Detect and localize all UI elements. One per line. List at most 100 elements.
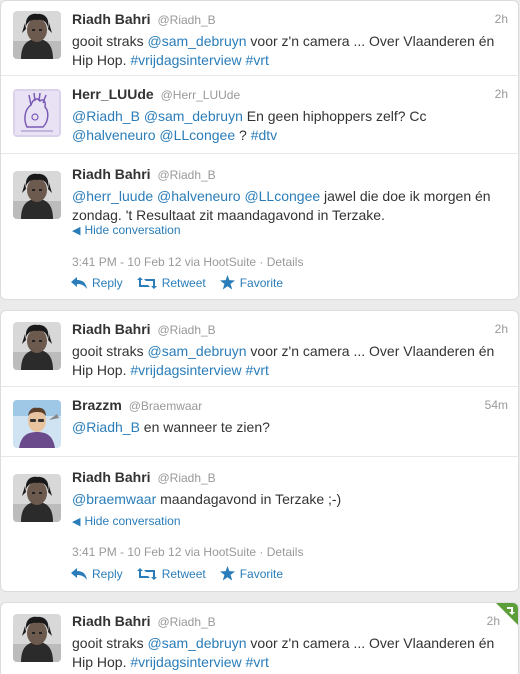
hashtag-link[interactable]: #vrijdagsinterview <box>130 362 241 378</box>
mention-link[interactable]: @LLcongee <box>244 188 320 204</box>
author-handle[interactable]: @Riadh_B <box>157 168 215 182</box>
author-handle[interactable]: @Riadh_B <box>157 13 215 27</box>
tweet-text: @herr_luude @halveneuro @LLcongee jawel … <box>72 187 506 225</box>
hashtag-link[interactable]: #vrt <box>246 654 269 670</box>
tweet-item[interactable]: Brazzm @Braemwaar 54m @Riadh_B en wannee… <box>1 387 518 457</box>
favorite-button[interactable]: Favorite <box>220 275 283 290</box>
author-name[interactable]: Riadh Bahri <box>72 469 151 485</box>
tweet-text: @Riadh_B @sam_debruyn En geen hiphoppers… <box>72 107 506 145</box>
tweet-text-segment: gooit straks <box>72 635 148 651</box>
mention-link[interactable]: @Riadh_B <box>72 108 140 124</box>
tweet-item-expanded[interactable]: Riadh Bahri @Riadh_B @herr_luude @halven… <box>1 154 518 300</box>
tweet-text-segment: gooit straks <box>72 33 148 49</box>
avatar[interactable] <box>13 171 61 219</box>
author-name[interactable]: Brazzm <box>72 397 122 413</box>
tweet-actions: Reply Retweet Favorite <box>71 566 283 581</box>
avatar[interactable] <box>13 400 61 448</box>
avatar[interactable] <box>13 614 61 662</box>
hide-conversation-link[interactable]: ◀ Hide conversation <box>72 223 181 237</box>
favorite-button[interactable]: Favorite <box>220 566 283 581</box>
tweet-card-standalone[interactable]: Riadh Bahri @Riadh_B 2h gooit straks @sa… <box>0 602 519 674</box>
author-name[interactable]: Riadh Bahri <box>72 166 151 182</box>
hashtag-link[interactable]: #dtv <box>251 127 277 143</box>
reply-icon <box>71 568 87 580</box>
tweet-text: gooit straks @sam_debruyn voor z'n camer… <box>72 32 506 70</box>
tweet-meta: 3:41 PM - 10 Feb 12 via HootSuite · Deta… <box>72 545 304 559</box>
hashtag-link[interactable]: #vrijdagsinterview <box>130 52 241 68</box>
tweet-time[interactable]: 2h <box>495 12 508 26</box>
tweet-text-segment: En geen hiphoppers zelf? Cc <box>242 108 427 124</box>
author-name[interactable]: Riadh Bahri <box>72 321 151 337</box>
author-handle[interactable]: @Herr_LUUde <box>161 88 241 102</box>
tweet-item[interactable]: Riadh Bahri @Riadh_B 2h gooit straks @sa… <box>1 311 518 387</box>
tweet-text: gooit straks @sam_debruyn voor z'n camer… <box>72 342 506 380</box>
author-handle[interactable]: @Riadh_B <box>157 471 215 485</box>
mention-link[interactable]: @sam_debruyn <box>147 635 246 651</box>
favorite-label: Favorite <box>239 566 284 581</box>
mention-link[interactable]: @braemwaar <box>72 491 156 507</box>
tweet-item[interactable]: Riadh Bahri @Riadh_B 2h gooit straks @sa… <box>1 603 518 674</box>
author-name[interactable]: Herr_LUUde <box>72 86 154 102</box>
tweet-header: Riadh Bahri @Riadh_B 2h <box>72 321 508 339</box>
tweet-meta: 3:41 PM - 10 Feb 12 via HootSuite · Deta… <box>72 255 304 269</box>
tweet-item[interactable]: Herr_LUUde @Herr_LUUde 2h @Riadh_B @sam_… <box>1 76 518 154</box>
tweet-text: @braemwaar maandagavond in Terzake ;-) <box>72 490 506 509</box>
hashtag-link[interactable]: #vrt <box>246 52 269 68</box>
avatar[interactable] <box>13 322 61 370</box>
retweet-icon <box>137 568 157 580</box>
mention-link[interactable]: @halveneuro <box>157 188 241 204</box>
mention-link[interactable]: @sam_debruyn <box>147 33 246 49</box>
hide-arrow-icon: ◀ <box>72 225 81 237</box>
reply-icon <box>71 277 87 289</box>
conversation-card-2[interactable]: Riadh Bahri @Riadh_B 2h gooit straks @sa… <box>0 310 519 592</box>
tweet-time[interactable]: 2h <box>487 614 500 628</box>
tweet-text-segment: maandagavond in Terzake ;-) <box>156 491 342 507</box>
mention-link[interactable]: @sam_debruyn <box>147 343 246 359</box>
tweet-actions: Reply Retweet Favorite <box>71 275 283 290</box>
mention-link[interactable]: @sam_debruyn <box>144 108 243 124</box>
tweet-item[interactable]: Riadh Bahri @Riadh_B 2h gooit straks @sa… <box>1 1 518 76</box>
reply-label: Reply <box>92 275 123 290</box>
mention-link[interactable]: @halveneuro <box>72 127 156 143</box>
tweet-text: @Riadh_B en wanneer te zien? <box>72 418 506 437</box>
hashtag-link[interactable]: #vrijdagsinterview <box>130 654 241 670</box>
tweet-header: Riadh Bahri @Riadh_B 2h <box>72 11 508 29</box>
tweet-text-segment: en wanneer te zien? <box>139 419 270 435</box>
reply-button[interactable]: Reply <box>71 567 123 581</box>
retweet-icon <box>137 277 157 289</box>
tweet-text-segment: gooit straks <box>72 343 148 359</box>
avatar[interactable] <box>13 474 61 522</box>
tweet-item-expanded[interactable]: Riadh Bahri @Riadh_B @braemwaar maandaga… <box>1 457 518 592</box>
retweet-label: Retweet <box>161 275 206 290</box>
tweet-time[interactable]: 54m <box>485 398 508 412</box>
hide-conversation-label: Hide conversation <box>84 223 181 237</box>
author-handle[interactable]: @Riadh_B <box>157 323 215 337</box>
tweet-header: Riadh Bahri @Riadh_B 2h <box>72 613 508 631</box>
retweet-button[interactable]: Retweet <box>137 276 206 290</box>
author-name[interactable]: Riadh Bahri <box>72 11 151 27</box>
retweet-button[interactable]: Retweet <box>137 567 206 581</box>
tweet-time[interactable]: 2h <box>495 87 508 101</box>
reply-button[interactable]: Reply <box>71 276 123 290</box>
mention-link[interactable]: @Riadh_B <box>72 419 140 435</box>
conversation-card-1[interactable]: Riadh Bahri @Riadh_B 2h gooit straks @sa… <box>0 0 519 300</box>
mention-link[interactable]: @LLcongee <box>159 127 235 143</box>
tweet-header: Herr_LUUde @Herr_LUUde 2h <box>72 86 508 104</box>
author-name[interactable]: Riadh Bahri <box>72 613 151 629</box>
avatar[interactable] <box>13 11 61 59</box>
author-handle[interactable]: @Riadh_B <box>157 615 215 629</box>
mention-link[interactable]: @herr_luude <box>72 188 153 204</box>
hide-arrow-icon: ◀ <box>72 516 81 528</box>
favorite-label: Favorite <box>239 275 284 290</box>
author-handle[interactable]: @Braemwaar <box>129 399 203 413</box>
hashtag-link[interactable]: #vrt <box>246 362 269 378</box>
tweet-text-segment: ? <box>235 127 251 143</box>
avatar[interactable] <box>13 89 61 137</box>
reply-label: Reply <box>92 566 123 581</box>
tweet-header: Brazzm @Braemwaar 54m <box>72 397 508 415</box>
tweet-time[interactable]: 2h <box>495 322 508 336</box>
hide-conversation-label: Hide conversation <box>84 514 181 528</box>
hide-conversation-link[interactable]: ◀ Hide conversation <box>72 514 181 528</box>
star-icon <box>220 566 235 581</box>
retweet-label: Retweet <box>161 566 206 581</box>
